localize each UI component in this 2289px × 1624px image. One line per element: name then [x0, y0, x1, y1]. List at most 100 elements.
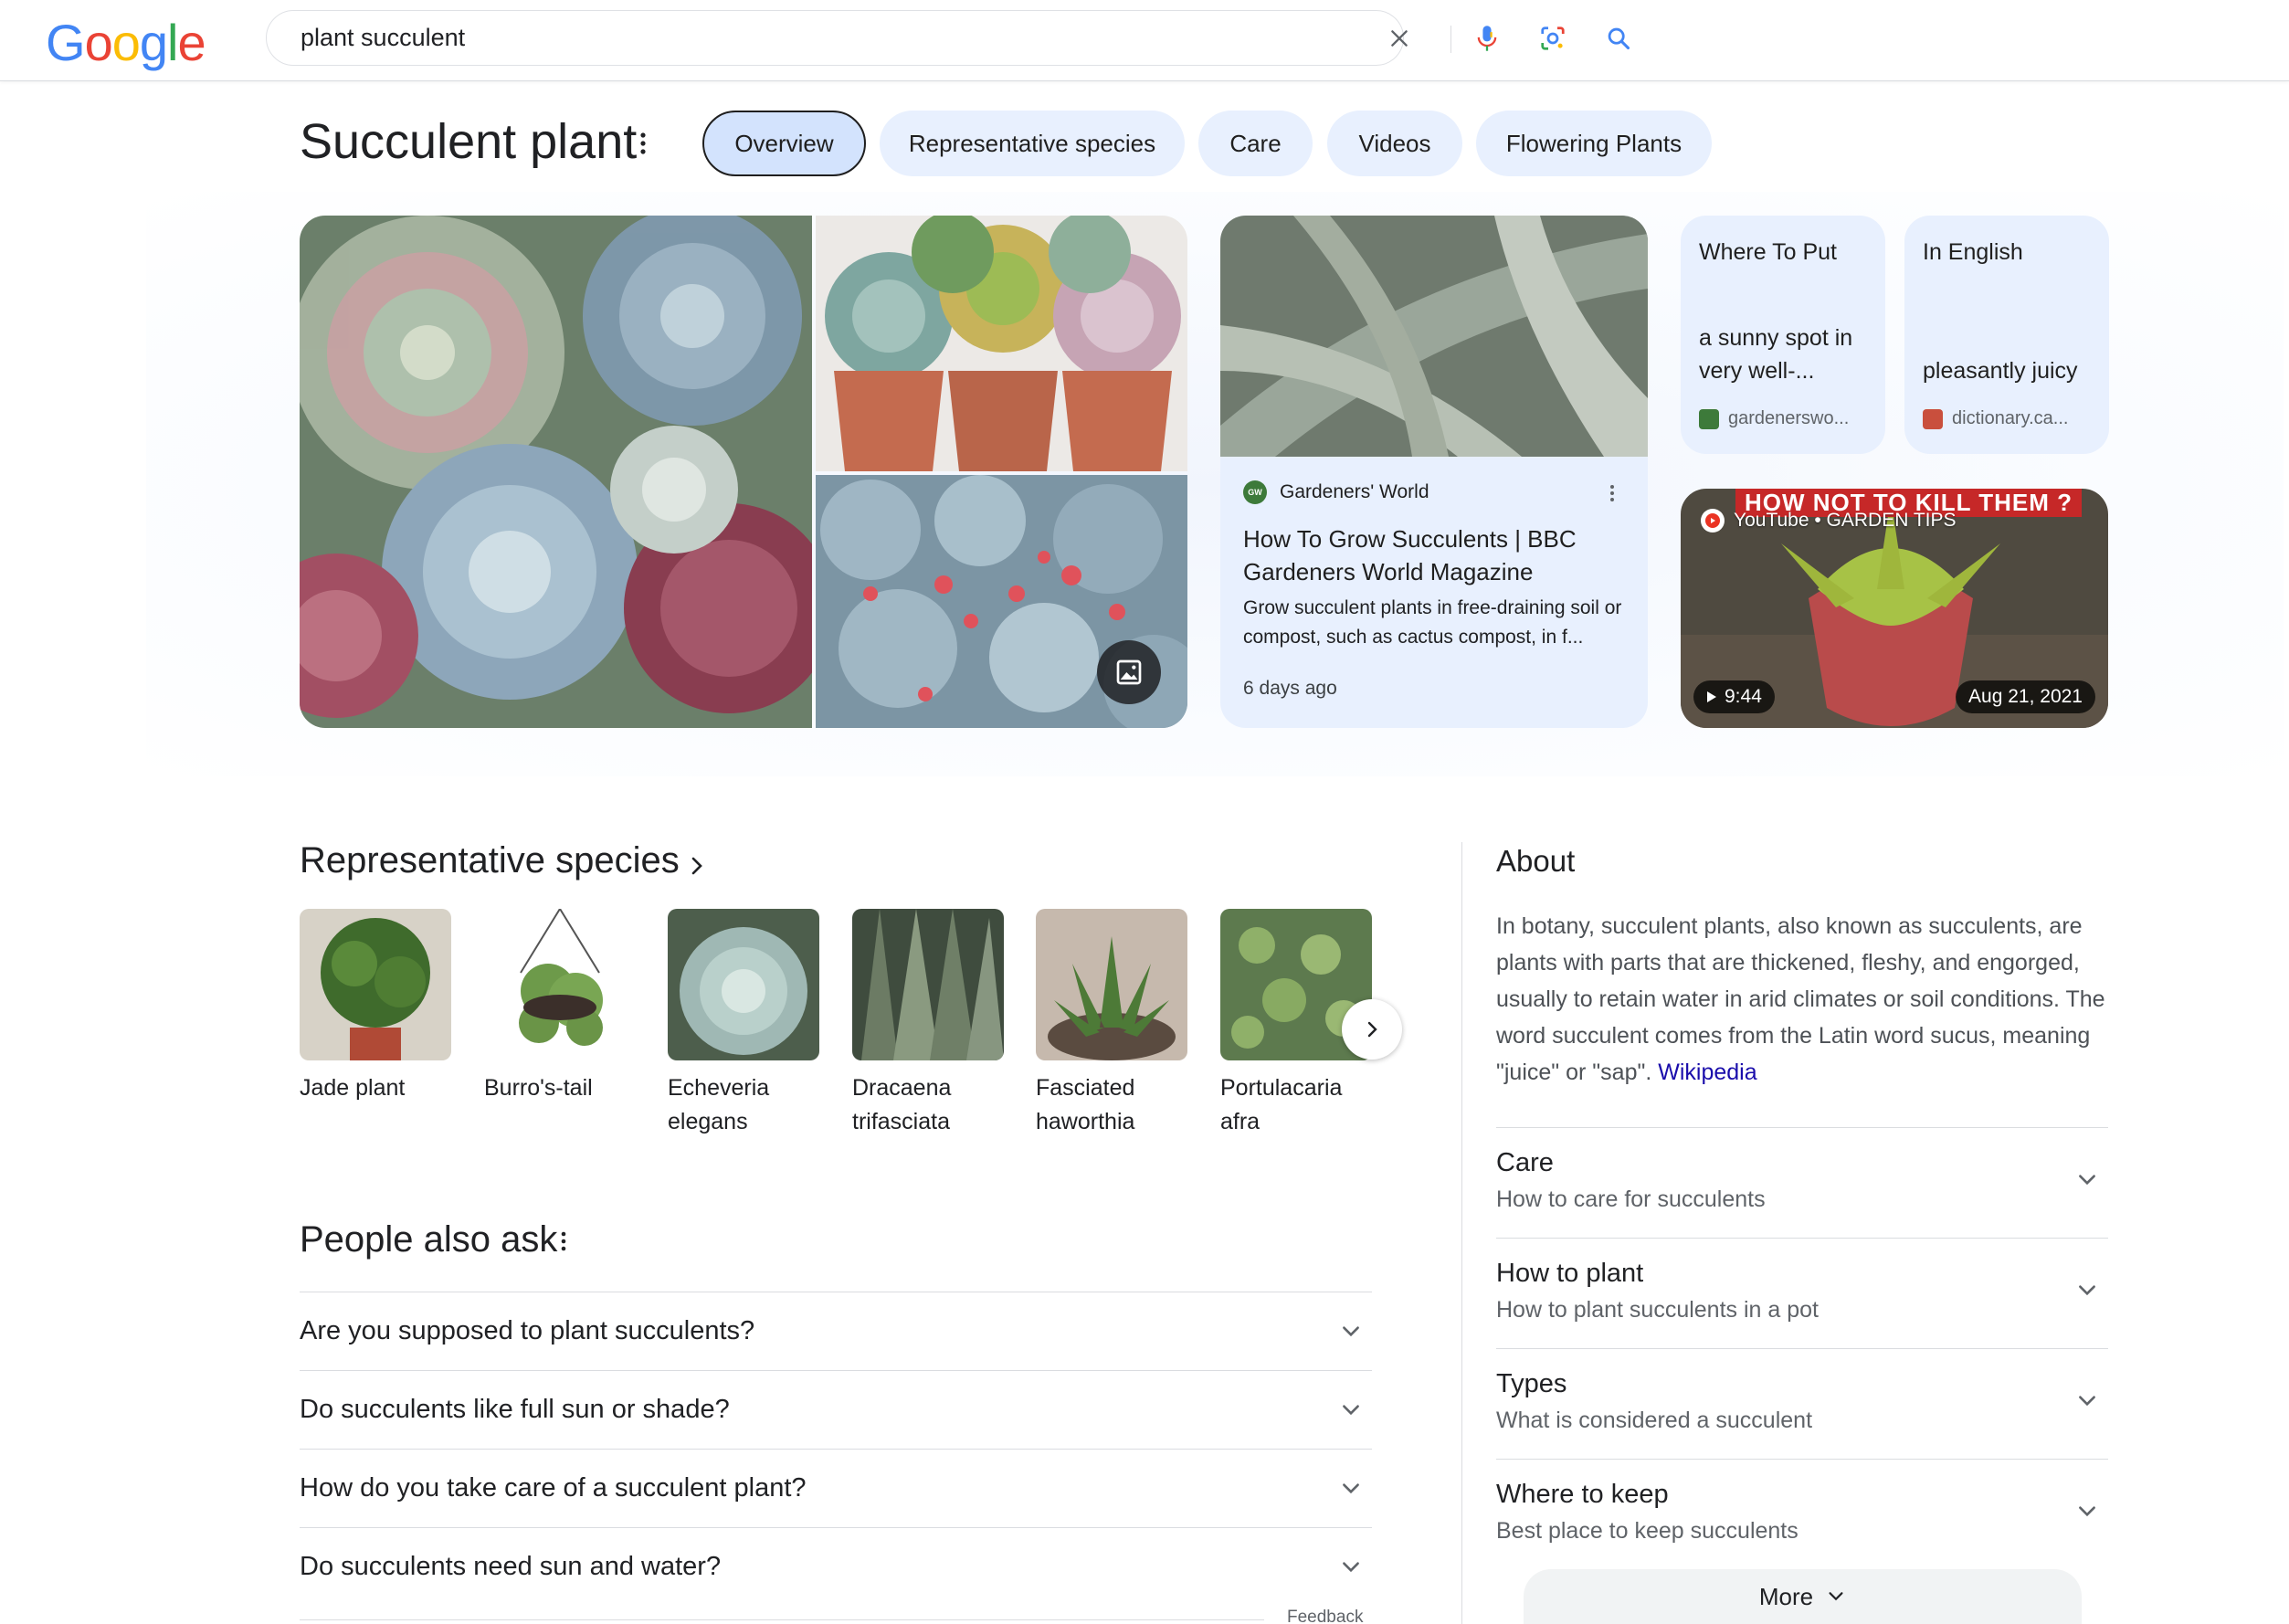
- species-name: Echeveria elegans: [668, 1075, 770, 1134]
- chevron-right-icon: [1367, 1021, 1377, 1038]
- logo-letter: g: [139, 14, 168, 71]
- paa-question-text: Do succulents need sun and water?: [300, 1552, 722, 1581]
- wikipedia-link[interactable]: Wikipedia: [1658, 1060, 1756, 1085]
- video-card[interactable]: HOW NOT TO KILL THEM ? YouTube • GARDEN …: [1681, 489, 2108, 728]
- species-fasciated-haworthia[interactable]: Fasciated haworthia: [1036, 909, 1187, 1139]
- card-heading: Where To Put: [1699, 239, 1838, 265]
- species-next-button[interactable]: [1342, 999, 1402, 1060]
- species-dracaena-trifasciata[interactable]: Dracaena trifasciata: [852, 909, 1004, 1139]
- video-source: YouTube • GARDEN TIPS: [1701, 509, 1957, 533]
- species-name: Dracaena trifasciata: [852, 1075, 952, 1134]
- paa-question-text: Do succulents like full sun or shade?: [300, 1395, 730, 1424]
- species-image: [852, 909, 1004, 1060]
- chip-representative-species[interactable]: Representative species: [880, 111, 1185, 176]
- logo-letter: o: [84, 14, 113, 71]
- mic-icon[interactable]: [1471, 22, 1503, 55]
- chevron-down-icon: [2079, 1506, 2095, 1517]
- more-button-label: More: [1758, 1582, 1814, 1610]
- more-button[interactable]: More: [1524, 1569, 2082, 1624]
- species-name: Jade plant: [300, 1075, 406, 1101]
- accordion-subtitle: What is considered a succulent: [1496, 1408, 1813, 1433]
- search-icon[interactable]: [1602, 22, 1635, 55]
- aloe-thumbnail: [1220, 216, 1648, 457]
- chevron-down-icon: [1829, 1592, 1843, 1601]
- card-source-name: gardenerswo...: [1728, 408, 1850, 428]
- paa-question[interactable]: Are you supposed to plant succulents?: [300, 1292, 1372, 1370]
- about-title: About: [1496, 844, 1576, 878]
- species-jade-plant[interactable]: Jade plant: [300, 909, 451, 1105]
- accordion-types[interactable]: Types What is considered a succulent: [1496, 1348, 2108, 1459]
- paa-question-text: Are you supposed to plant succulents?: [300, 1316, 755, 1345]
- card-source: dictionary.ca...: [1923, 408, 2068, 429]
- chip-overview[interactable]: Overview: [702, 111, 866, 176]
- more-vert-icon[interactable]: [1608, 480, 1617, 506]
- succulent-image-main[interactable]: [300, 216, 812, 728]
- google-logo[interactable]: Google: [46, 13, 206, 72]
- logo-letter: l: [167, 14, 178, 71]
- chevron-down-icon: [1343, 1405, 1359, 1416]
- accordion-title: Types: [1496, 1369, 1567, 1398]
- about-description: In botany, succulent plants, also known …: [1496, 908, 2117, 1091]
- species-echeveria-elegans[interactable]: Echeveria elegans: [668, 909, 819, 1139]
- search-divider: [1450, 26, 1451, 53]
- image-icon[interactable]: [1097, 640, 1161, 704]
- paa-question[interactable]: How do you take care of a succulent plan…: [300, 1449, 1372, 1527]
- accordion-how-to-plant[interactable]: How to plant How to plant succulents in …: [1496, 1238, 2108, 1348]
- paa-question[interactable]: Do succulents like full sun or shade?: [300, 1370, 1372, 1449]
- species-section-title[interactable]: Representative species: [300, 840, 680, 881]
- species-image: [1036, 909, 1187, 1060]
- video-duration: 9:44: [1693, 680, 1775, 713]
- species-image: [484, 909, 636, 1060]
- gardeners-world-favicon: GW: [1243, 480, 1267, 504]
- card-source: gardenerswo...: [1699, 408, 1849, 429]
- more-vert-icon[interactable]: [634, 130, 652, 157]
- chip-care[interactable]: Care: [1198, 111, 1313, 176]
- chevron-down-icon: [1343, 1562, 1359, 1573]
- accordion-title: Care: [1496, 1148, 1554, 1177]
- video-duration-text: 9:44: [1725, 686, 1762, 707]
- card-heading: In English: [1923, 239, 2023, 265]
- article-source[interactable]: GW Gardeners' World: [1243, 480, 1429, 504]
- accordion-care[interactable]: Care How to care for succulents: [1496, 1127, 2108, 1238]
- article-date: 6 days ago: [1243, 678, 1337, 699]
- cambridge-shield-icon: [1923, 408, 1943, 429]
- card-in-english[interactable]: In English pleasantly juicy dictionary.c…: [1904, 216, 2109, 454]
- logo-letter: o: [111, 14, 141, 71]
- close-icon[interactable]: [1383, 22, 1416, 55]
- search-input[interactable]: plant succulent: [301, 24, 465, 52]
- paa-question-text: How do you take care of a succulent plan…: [300, 1473, 807, 1503]
- lens-icon[interactable]: [1536, 22, 1569, 55]
- more-vert-icon[interactable]: [559, 1229, 568, 1260]
- chip-flowering-plants[interactable]: Flowering Plants: [1476, 111, 1712, 176]
- article-source-name: Gardeners' World: [1280, 481, 1429, 502]
- article-title[interactable]: How To Grow Succulents | BBC Gardeners W…: [1243, 522, 1627, 588]
- chevron-down-icon: [2079, 1175, 2095, 1186]
- species-burros-tail[interactable]: Burro's-tail: [484, 909, 636, 1105]
- header-bar: Google plant succulent: [0, 0, 2289, 81]
- article-snippet: Grow succulent plants in free-draining s…: [1243, 597, 1622, 648]
- accordion-where-to-keep[interactable]: Where to keep Best place to keep succule…: [1496, 1459, 2108, 1569]
- chevron-down-icon: [1343, 1326, 1359, 1337]
- species-image: [300, 909, 451, 1060]
- accordion-subtitle: How to plant succulents in a pot: [1496, 1297, 1819, 1323]
- species-name: Portulacaria afra: [1220, 1075, 1343, 1134]
- card-body: a sunny spot in very well-...: [1699, 325, 1853, 384]
- video-date: Aug 21, 2021: [1956, 680, 2095, 713]
- accordion-subtitle: How to care for succulents: [1496, 1186, 1766, 1212]
- logo-letter: G: [46, 14, 86, 71]
- species-name: Fasciated haworthia: [1036, 1075, 1135, 1134]
- species-name: Burro's-tail: [484, 1075, 593, 1101]
- chevron-right-icon[interactable]: [687, 854, 707, 882]
- species-image: [668, 909, 819, 1060]
- succulent-image-pots[interactable]: [816, 216, 1187, 471]
- paa-title: People also ask: [300, 1219, 558, 1260]
- card-where-to-put[interactable]: Where To Put a sunny spot in very well-.…: [1681, 216, 1885, 454]
- gardeners-world-favicon: [1699, 408, 1719, 429]
- video-source-name: YouTube • GARDEN TIPS: [1734, 510, 1957, 531]
- chip-videos[interactable]: Videos: [1327, 111, 1462, 176]
- article-card[interactable]: GW Gardeners' World How To Grow Succulen…: [1220, 216, 1648, 728]
- youtube-icon: [1701, 509, 1725, 533]
- search-box[interactable]: plant succulent: [266, 10, 1630, 66]
- paa-question[interactable]: Do succulents need sun and water?: [300, 1527, 1372, 1606]
- feedback-link[interactable]: Feedback: [1287, 1608, 1363, 1624]
